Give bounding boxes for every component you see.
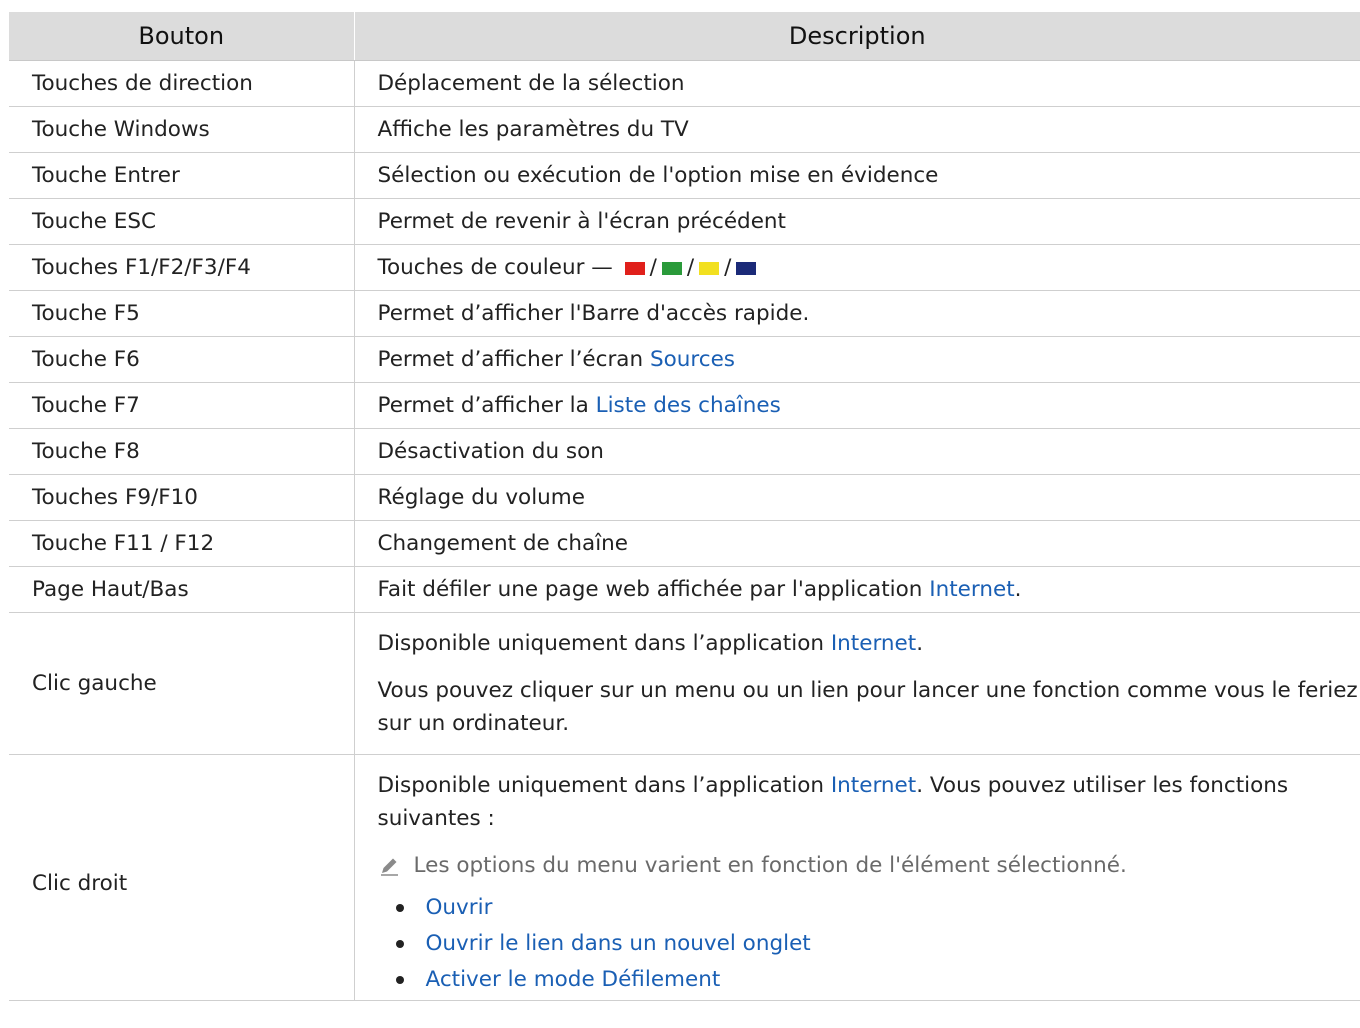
table-row: Clic gauche Disponible uniquement dans l… [9,612,1360,755]
description-cell: Réglage du volume [354,474,1360,521]
bullet-icon [395,904,404,912]
yellow-swatch [699,262,720,275]
description-text: Fait défiler une page web affichée par l… [377,577,923,602]
description-text: Touches de couleur — [377,255,613,280]
availability-paragraph: Disponible uniquement dans l’application… [377,631,924,656]
internet-link[interactable]: Internet [831,631,916,656]
table-row: Page Haut/Bas Fait défiler une page web … [9,566,1360,613]
description-cell: Affiche les paramètres du TV [354,106,1360,153]
separator: / [649,255,657,280]
description-text: Permet d’afficher la [377,393,589,418]
button-cell: Clic droit [9,754,355,1001]
internet-link[interactable]: Internet [929,577,1014,602]
description-cell: Sélection ou exécution de l'option mise … [354,152,1360,199]
description-cell: Disponible uniquement dans l’application… [354,754,1360,1001]
option-open-link[interactable]: Ouvrir [426,890,493,926]
table-row: Touche F11 / F12 Changement de chaîne [9,520,1360,567]
description-cell: Fait défiler une page web affichée par l… [354,566,1360,613]
option-scroll-mode-link[interactable]: Activer le mode Défilement [426,962,721,998]
table-row: Touche F6 Permet d’afficher l’écran Sour… [9,336,1360,383]
options-list: Ouvrir Ouvrir le lien dans un nouvel ong… [378,890,1360,998]
button-cell: Touche F6 [9,336,355,383]
table-row: Touche Windows Affiche les paramètres du… [9,106,1360,153]
description-cell: Changement de chaîne [354,520,1360,567]
description-cell: Permet d’afficher l'Barre d'accès rapide… [354,290,1360,337]
description-cell: Permet d’afficher la Liste des chaînes [354,382,1360,429]
description-text: Permet d’afficher l’écran [377,347,644,372]
keyboard-function-table: Bouton Description Touches de direction … [9,12,1360,1001]
button-cell: Touche F11 / F12 [9,520,355,567]
option-open-new-tab-link[interactable]: Ouvrir le lien dans un nouvel onglet [426,926,811,962]
blue-swatch [736,262,757,275]
button-cell: Page Haut/Bas [9,566,355,613]
bullet-icon [395,976,404,984]
table-row: Touche Entrer Sélection ou exécution de … [9,152,1360,199]
note: Les options du menu varient en fonction … [378,849,1360,882]
separator: / [686,255,695,280]
description-suffix: . [1014,577,1022,602]
description-cell: Permet d’afficher l’écran Sources [354,336,1360,383]
bullet-icon [395,940,404,948]
left-click-paragraph: Vous pouvez cliquer sur un menu ou un li… [377,678,1358,736]
table-row: Touche ESC Permet de revenir à l'écran p… [9,198,1360,245]
list-item: Activer le mode Défilement [378,962,1360,998]
description-cell: Désactivation du son [354,428,1360,475]
description-cell: Disponible uniquement dans l’application… [354,612,1360,755]
table-row: Touches de direction Déplacement de la s… [9,60,1360,107]
table-row: Touche F7 Permet d’afficher la Liste des… [9,382,1360,429]
green-swatch [661,262,682,275]
button-cell: Touche F8 [9,428,355,475]
description-cell: Touches de couleur — / / / [354,244,1360,291]
red-swatch [624,262,645,275]
pencil-icon [380,858,398,876]
button-cell: Touches F9/F10 [9,474,355,521]
table-row: Clic droit Disponible uniquement dans l’… [9,754,1360,1001]
list-item: Ouvrir le lien dans un nouvel onglet [378,926,1360,962]
description-cell: Permet de revenir à l'écran précédent [354,198,1360,245]
note-text: Les options du menu varient en fonction … [413,853,1127,878]
table-row: Touches F9/F10 Réglage du volume [9,474,1360,521]
header-button: Bouton [9,12,354,61]
table-row: Touche F5 Permet d’afficher l'Barre d'ac… [9,290,1360,337]
availability-paragraph: Disponible uniquement dans l’application… [377,773,1289,831]
button-cell: Touche F7 [9,382,355,429]
button-cell: Touche Windows [9,106,355,153]
table-row: Touches F1/F2/F3/F4 Touches de couleur —… [9,244,1360,291]
internet-link[interactable]: Internet [831,773,916,798]
list-item: Ouvrir [378,890,1360,926]
button-cell: Touches de direction [9,60,355,107]
separator: / [724,255,732,280]
button-cell: Touche Entrer [9,152,355,199]
sources-link[interactable]: Sources [650,347,735,372]
table-header-row: Bouton Description [9,12,1360,61]
button-cell: Touche F5 [9,290,355,337]
channel-list-link[interactable]: Liste des chaînes [596,393,781,418]
button-cell: Clic gauche [9,612,355,755]
button-cell: Touche ESC [9,198,355,245]
table-row: Touche F8 Désactivation du son [9,428,1360,475]
description-cell: Déplacement de la sélection [354,60,1360,107]
button-cell: Touches F1/F2/F3/F4 [9,244,355,291]
header-description: Description [353,12,1360,61]
